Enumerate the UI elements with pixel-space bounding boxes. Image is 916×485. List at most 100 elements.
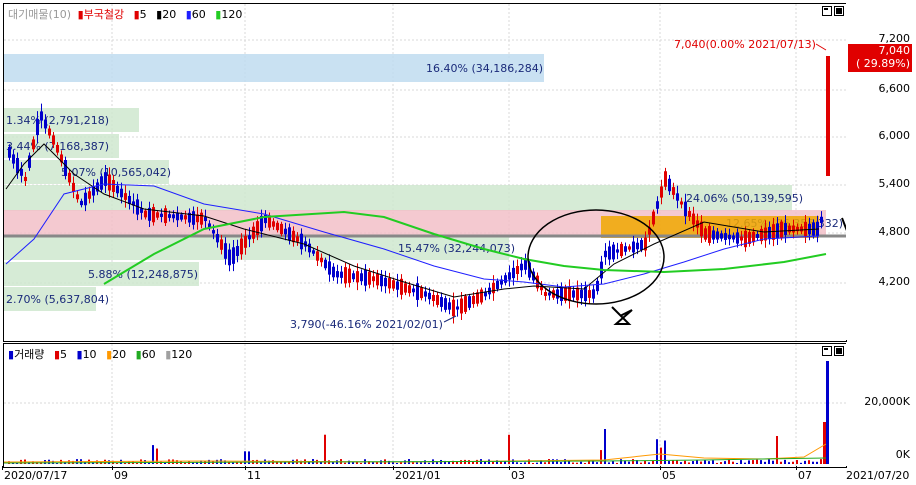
volume-bar — [420, 462, 422, 464]
candle-body — [680, 201, 683, 205]
candle-body — [448, 302, 451, 310]
low-price-annotation: 3,790(-46.16% 2021/02/01) — [290, 318, 443, 331]
volume-bar — [640, 462, 642, 464]
date-tick-label: 07 — [798, 469, 812, 482]
candle-body — [312, 250, 315, 254]
legend-ma20: 20 — [162, 8, 177, 21]
candle-body — [572, 290, 575, 298]
volume-bar — [344, 462, 346, 464]
candle-body — [348, 268, 351, 283]
candle-body — [112, 180, 115, 192]
volume-bar — [508, 434, 510, 464]
candle-body — [340, 271, 343, 278]
candle-body — [436, 295, 439, 305]
candle-body — [284, 228, 287, 235]
candle-body — [720, 233, 723, 239]
candle-body — [472, 295, 475, 305]
candle-body — [668, 178, 671, 192]
candle-body — [656, 201, 659, 209]
candle-body — [508, 272, 511, 280]
candle-body — [652, 211, 655, 225]
volume-profile-label: 16.40% (34,186,284) — [426, 62, 543, 75]
volume-ma-line — [4, 443, 827, 463]
candle-body — [184, 215, 187, 220]
legend-ma60: 60 — [191, 8, 206, 21]
candle-body — [232, 247, 235, 264]
candle-body — [384, 277, 387, 287]
restore-icon[interactable] — [822, 6, 832, 16]
volume-bar — [172, 459, 174, 464]
volume-chart-pane[interactable]: ▮거래량 ▮5 ▮10 ▮20 ▮60 ▮120 — [3, 343, 847, 468]
volume-profile-label: 1.34% (2,791,218) — [6, 114, 109, 127]
candle-body — [752, 231, 755, 243]
legend-vol-ma20: 20 — [112, 348, 127, 361]
volume-bar — [416, 462, 418, 464]
restore-icon[interactable] — [822, 346, 832, 356]
candle-body — [800, 226, 803, 232]
candle-body — [352, 273, 355, 280]
candle-body — [420, 287, 423, 299]
candle-body — [316, 251, 319, 261]
candle-body — [408, 285, 411, 294]
candle-body — [160, 213, 163, 217]
date-tick-mark — [393, 466, 394, 470]
volume-bar — [632, 459, 634, 464]
candle-body — [236, 246, 239, 256]
candle-body — [392, 280, 395, 289]
current-price-box: 7,040 ( 29.89%) — [848, 44, 912, 72]
candle-body — [452, 299, 455, 317]
candle-body — [616, 249, 619, 253]
legend-volume: 거래량 — [14, 348, 45, 361]
volume-bar — [796, 460, 798, 464]
candle-body — [492, 282, 495, 294]
volume-bar — [560, 462, 562, 464]
candle-body — [780, 221, 783, 239]
candle-body — [512, 267, 515, 279]
candle-body — [64, 160, 67, 176]
current-price: 7,040 — [878, 44, 911, 57]
price-tick-label: 5,400 — [878, 177, 911, 190]
volume-bar — [460, 460, 462, 464]
close-icon[interactable] — [834, 346, 844, 356]
candle-body — [784, 223, 787, 235]
candle-body — [8, 146, 11, 158]
volume-bar — [516, 462, 518, 464]
price-tick-label: 6,600 — [878, 82, 911, 95]
legend-ma120: 120 — [221, 8, 243, 21]
candle-body — [180, 214, 183, 220]
candle-body — [640, 240, 643, 250]
candle-body — [248, 235, 251, 240]
date-tick-label: 2021/01 — [395, 469, 441, 482]
date-tick-mark — [245, 466, 246, 470]
candle-body — [464, 296, 467, 312]
candle-body — [692, 213, 695, 225]
candle-body — [576, 287, 579, 301]
volume-bar — [788, 462, 790, 464]
candle-body — [48, 128, 51, 136]
candle-body — [664, 171, 667, 187]
volume-pane-buttons — [820, 346, 844, 359]
volume-bar — [804, 460, 806, 464]
candle-body — [412, 288, 415, 293]
candle-body — [756, 234, 759, 238]
price-chart-pane[interactable]: 대기매물(10) ▮부국철강 ▮5 ▮20 ▮60 ▮120 16.40% (3… — [3, 3, 847, 342]
candle-body — [372, 276, 375, 282]
candle-body — [144, 210, 147, 218]
volume-bar — [780, 461, 782, 464]
price-pane-buttons — [820, 6, 844, 19]
volume-bar — [572, 462, 574, 464]
volume-bar — [400, 462, 402, 464]
volume-chart-svg — [4, 344, 846, 467]
volume-bar — [628, 461, 630, 464]
volume-bar — [616, 462, 618, 464]
candle-body — [624, 246, 627, 252]
close-icon[interactable] — [834, 6, 844, 16]
volume-bar — [826, 361, 829, 464]
candle-body — [704, 228, 707, 240]
candle-body — [548, 292, 551, 296]
volume-bar — [748, 460, 750, 464]
volume-bar — [720, 462, 722, 464]
date-tick-mark — [112, 466, 113, 470]
candle-body — [820, 216, 823, 223]
candle-body — [580, 289, 583, 299]
